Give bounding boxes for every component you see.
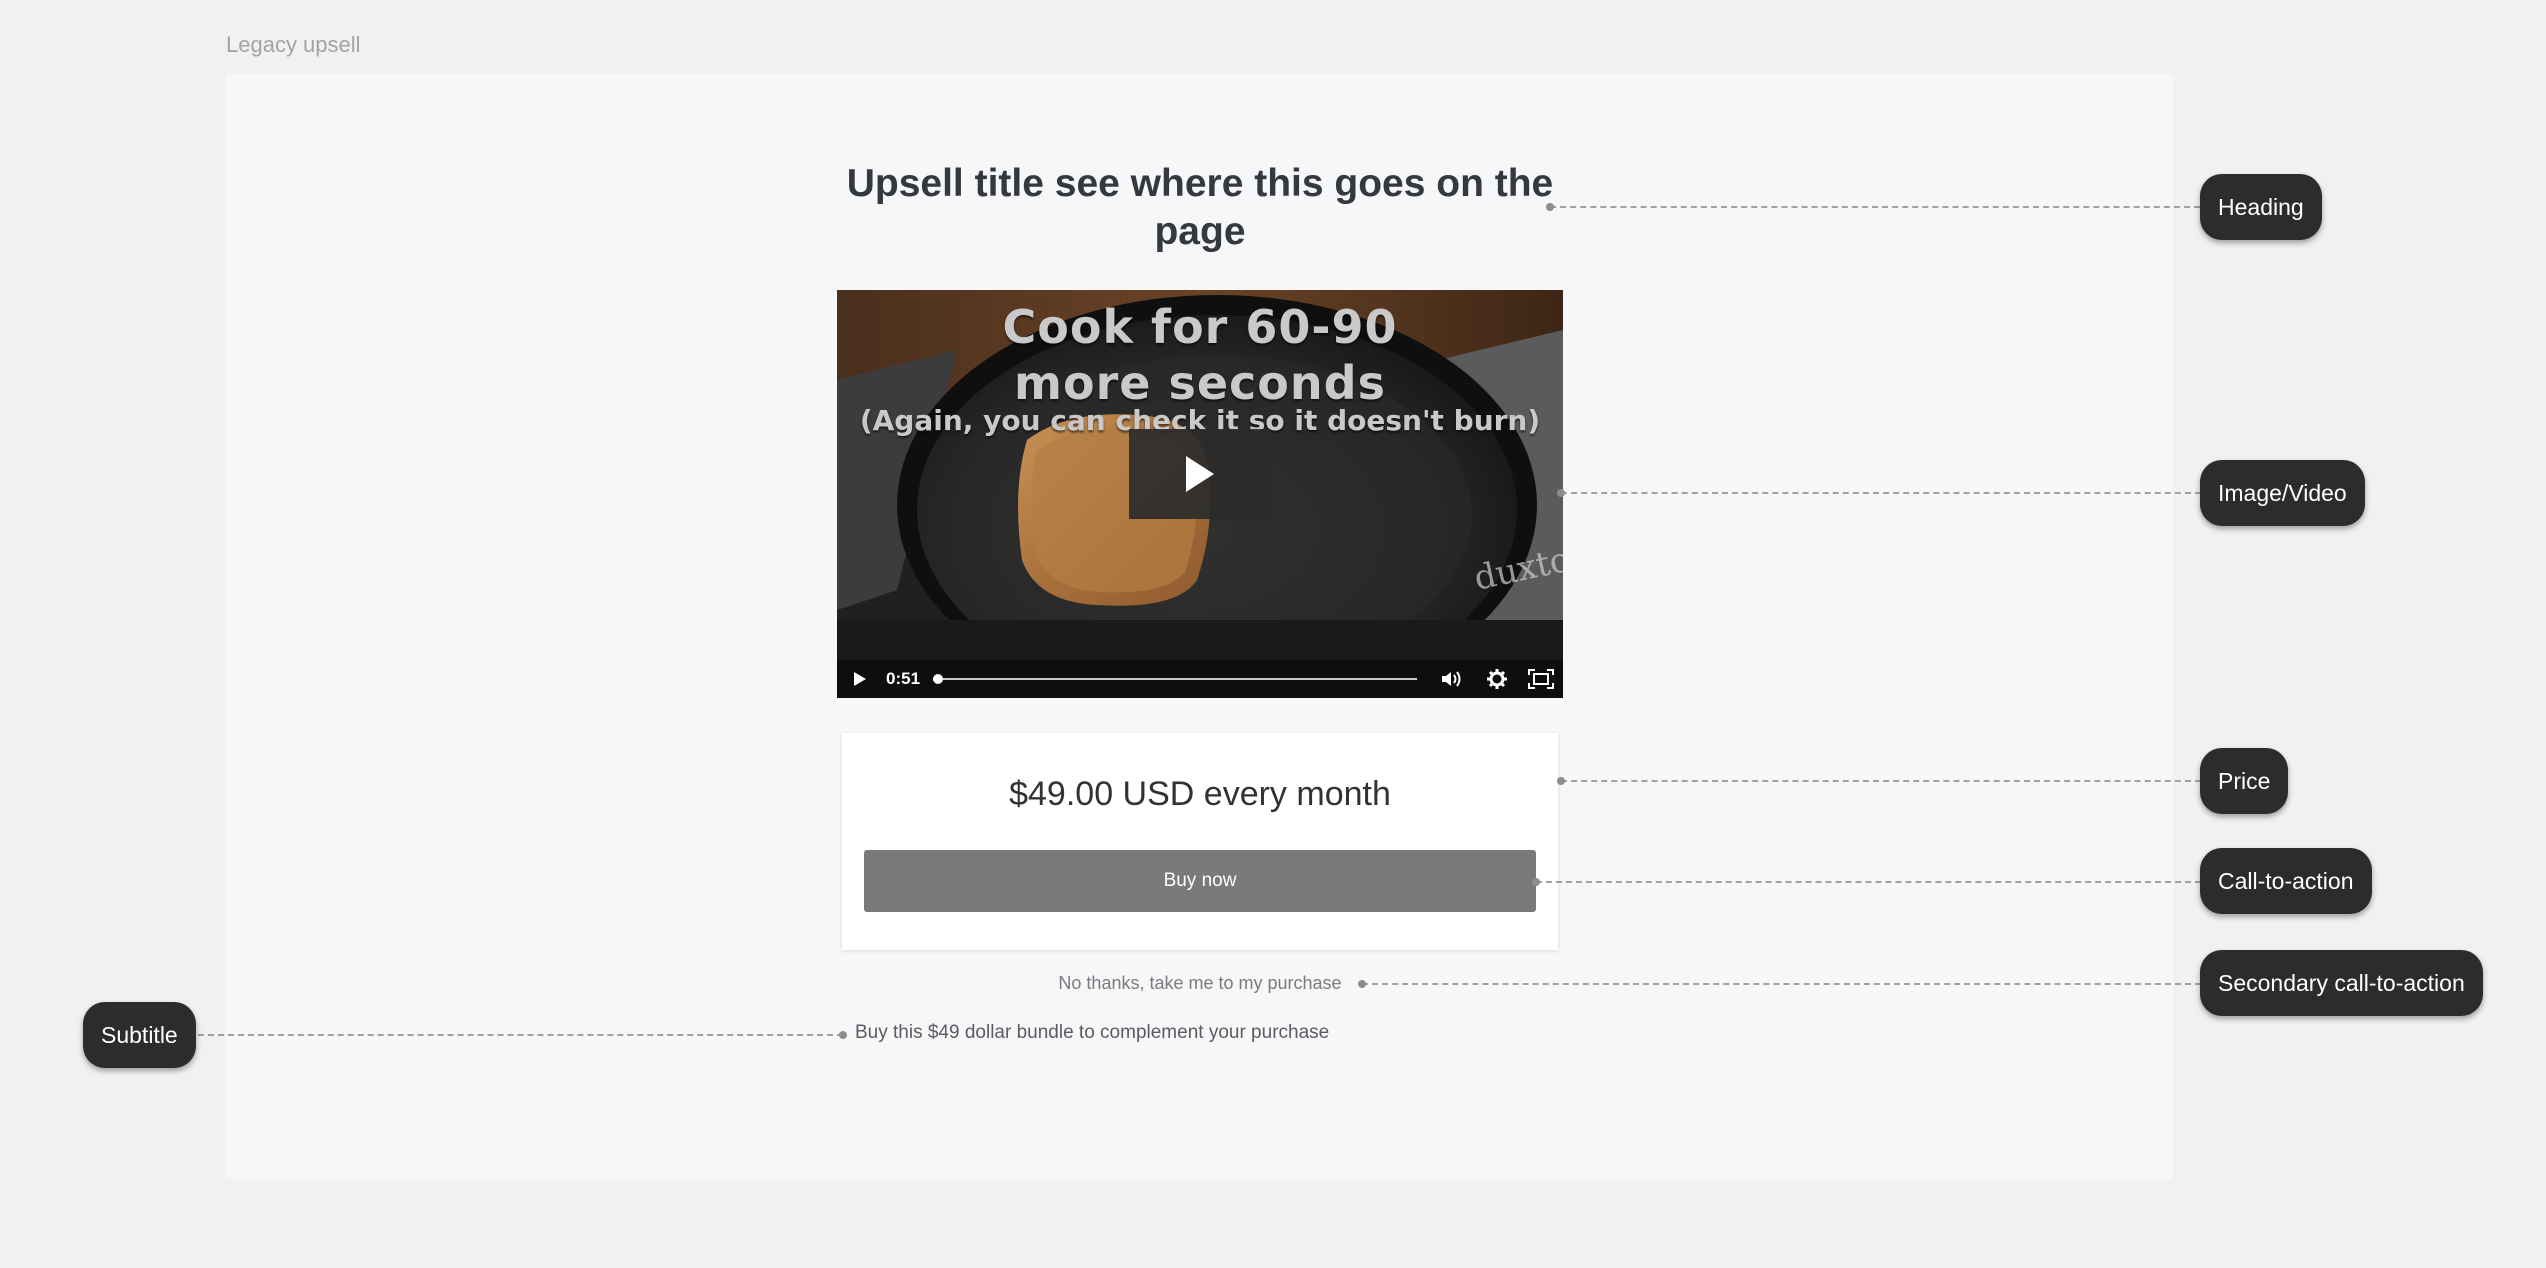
play-control-button[interactable] — [847, 660, 873, 698]
annotation-leader — [1561, 492, 2201, 494]
annotation-anchor-dot — [1557, 489, 1565, 497]
buy-now-button[interactable]: Buy now — [864, 850, 1536, 912]
video-time: 0:51 — [886, 669, 921, 688]
frame-label: Legacy upsell — [226, 32, 361, 57]
annotation-leader — [1561, 780, 2201, 782]
annotation-leader — [198, 1034, 843, 1036]
volume-button[interactable] — [1437, 660, 1467, 698]
annotation-leader — [1536, 881, 2201, 883]
fullscreen-button[interactable] — [1525, 660, 1557, 698]
annotation-subtitle: Subtitle — [83, 1002, 196, 1068]
upsell-video[interactable]: duxto Cook for 60-90 more seconds (Again… — [837, 290, 1563, 698]
annotation-anchor-dot — [1358, 980, 1366, 988]
play-icon — [1186, 456, 1214, 492]
volume-icon — [1442, 671, 1461, 687]
settings-button[interactable] — [1482, 660, 1512, 698]
video-overlay-line: more seconds — [1014, 356, 1386, 410]
annotation-heading: Heading — [2200, 174, 2322, 240]
gear-icon — [1487, 669, 1507, 689]
video-overlay-line: Cook for 60-90 — [1002, 300, 1398, 354]
fullscreen-icon — [1528, 669, 1554, 689]
upsell-subtitle: Buy this $49 dollar bundle to complement… — [855, 1022, 1330, 1043]
annotation-anchor-dot — [1546, 203, 1554, 211]
annotation-anchor-dot — [1557, 777, 1565, 785]
annotation-anchor-dot — [1532, 878, 1540, 886]
big-play-button[interactable] — [1129, 429, 1271, 519]
annotation-leader — [1550, 206, 2200, 208]
price-card: $49.00 USD every month Buy now — [842, 733, 1558, 950]
annotation-image-video: Image/Video — [2200, 460, 2365, 526]
video-progress-bar[interactable] — [932, 674, 1417, 684]
annotation-leader — [1362, 983, 2201, 985]
video-progress-handle[interactable] — [932, 674, 943, 684]
play-icon — [854, 672, 866, 686]
video-controls-bar: 0:51 — [837, 660, 1563, 698]
annotation-price: Price — [2200, 748, 2289, 814]
upsell-heading: Upsell title see where this goes on the … — [846, 162, 1554, 253]
annotation-anchor-dot — [839, 1031, 847, 1039]
price-text: $49.00 USD every month — [1009, 775, 1391, 813]
annotation-secondary-cta: Secondary call-to-action — [2200, 950, 2483, 1016]
annotation-cta: Call-to-action — [2200, 848, 2372, 914]
